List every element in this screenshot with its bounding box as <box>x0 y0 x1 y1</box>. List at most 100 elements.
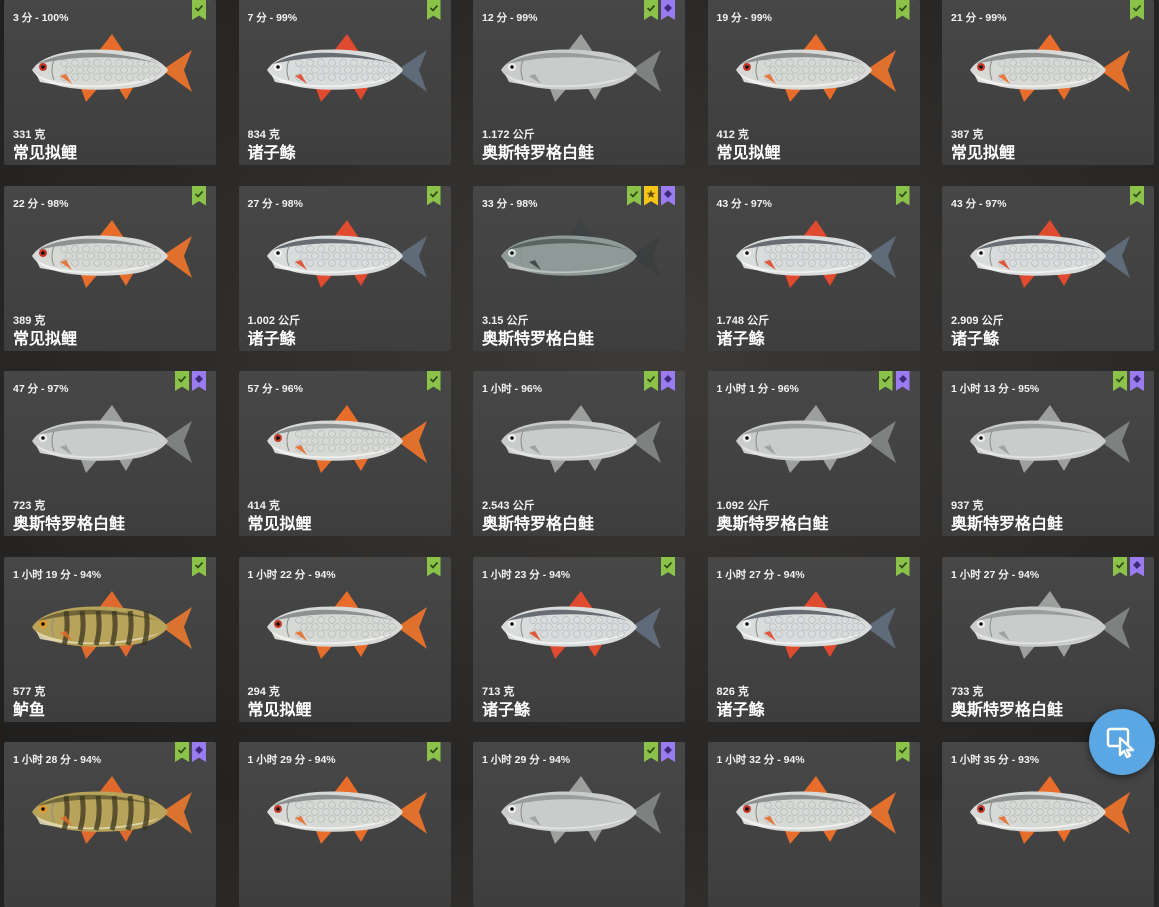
star-badge <box>644 185 658 206</box>
check-badge <box>426 742 441 762</box>
catch-card[interactable]: 1 小时 - 96% 2.543 公斤 奥斯特罗格白鲑 <box>473 371 685 536</box>
catch-time: 1 小时 22 分 - 94% <box>247 568 336 581</box>
badge-group <box>1113 556 1144 577</box>
gem-badge <box>895 371 910 391</box>
check-icon <box>898 561 907 569</box>
badge-group <box>175 742 206 762</box>
star-icon <box>646 189 656 198</box>
catch-card[interactable]: 1 小时 28 分 - 94% <box>4 742 216 907</box>
check-icon <box>429 561 438 569</box>
species-name: 诸子鲦 <box>247 145 296 162</box>
gem-badge <box>1130 371 1144 391</box>
check-badge <box>627 185 641 206</box>
catch-card[interactable]: 3 分 - 100% 331 克 常见拟鲤 <box>4 0 216 165</box>
catch-time: 1 小时 35 分 - 93% <box>951 754 1040 766</box>
badge-group <box>895 0 910 20</box>
fish-image <box>970 776 1130 844</box>
catch-card[interactable]: 57 分 - 96% 414 克 常见拟鲤 <box>238 371 451 536</box>
catch-card[interactable]: 1 小时 22 分 - 94% 294 克 常见拟鲤 <box>238 556 451 722</box>
catch-card[interactable]: 1 小时 27 分 - 94% 826 克 诸子鲦 <box>707 556 920 722</box>
fish-image <box>32 34 192 102</box>
check-icon <box>429 746 438 754</box>
fish-image <box>266 776 427 844</box>
check-icon <box>194 190 204 198</box>
fish-image <box>266 405 427 473</box>
species-name: 诸子鲦 <box>716 701 765 719</box>
catch-time: 1 小时 13 分 - 95% <box>951 383 1040 395</box>
catch-card[interactable]: 1 小时 13 分 - 95% 937 克 奥斯特罗格白鲑 <box>942 371 1154 536</box>
species-name: 奥斯特罗格白鲑 <box>482 145 595 162</box>
catch-card[interactable]: 1 小时 1 分 - 96% 1.092 公斤 奥斯特罗格白鲑 <box>707 371 920 536</box>
catch-time: 1 小时 1 分 - 96% <box>716 383 799 395</box>
check-badge <box>878 371 893 391</box>
catch-time: 22 分 - 98% <box>13 197 69 210</box>
check-badge <box>192 185 206 206</box>
catch-time: 1 小时 27 分 - 94% <box>716 568 805 581</box>
catch-time: 12 分 - 99% <box>482 12 538 24</box>
badge-group <box>1130 0 1144 20</box>
species-name: 诸子鲦 <box>247 330 296 348</box>
fish-image <box>735 34 896 102</box>
check-badge <box>426 371 441 391</box>
catch-card[interactable]: 21 分 - 99% 387 克 常见拟鲤 <box>942 0 1154 165</box>
check-badge <box>895 0 910 20</box>
fish-image <box>266 34 427 102</box>
catch-time: 1 小时 23 分 - 94% <box>482 568 571 581</box>
catch-card[interactable]: 43 分 - 97% 2.909 公斤 诸子鲦 <box>942 185 1154 351</box>
fish-image <box>970 34 1130 102</box>
badge-group <box>192 556 206 577</box>
check-badge <box>895 742 910 762</box>
check-icon <box>1115 561 1125 569</box>
catch-card[interactable]: 1 小时 32 分 - 94% <box>707 742 920 907</box>
catch-card[interactable]: 7 分 - 99% 834 克 诸子鲦 <box>238 0 451 165</box>
fish-image <box>266 590 427 659</box>
gem-icon <box>195 375 203 383</box>
cursor-action-button[interactable] <box>1089 709 1155 775</box>
catch-time: 43 分 - 97% <box>716 197 772 210</box>
badge-group <box>644 742 675 762</box>
fish-image <box>501 590 661 659</box>
badge-group <box>1130 185 1144 206</box>
species-name: 常见拟鲤 <box>247 516 312 533</box>
gem-badge <box>192 371 206 391</box>
fish-image <box>501 776 661 844</box>
catch-card[interactable]: 1 小时 19 分 - 94% 577 克 鲈鱼 <box>4 556 216 722</box>
catch-card[interactable]: 43 分 - 97% 1.748 公斤 诸子鲦 <box>707 185 920 351</box>
badge-group <box>175 371 206 391</box>
badge-group <box>878 371 910 391</box>
check-badge <box>1113 556 1127 577</box>
catch-card[interactable]: 1 小时 29 分 - 94% <box>238 742 451 907</box>
catch-card[interactable]: 1 小时 23 分 - 94% 713 克 诸子鲦 <box>473 556 685 722</box>
badge-group <box>1113 371 1144 391</box>
check-icon <box>898 4 907 12</box>
check-icon <box>194 561 204 569</box>
badge-group <box>426 556 441 577</box>
check-badge <box>895 556 910 577</box>
check-badge <box>1113 371 1127 391</box>
catch-card[interactable]: 12 分 - 99% 1.172 公斤 奥斯特罗格白鲑 <box>473 0 685 165</box>
check-badge <box>426 556 441 577</box>
check-badge <box>1130 185 1144 206</box>
gem-badge <box>661 742 675 762</box>
gem-icon <box>664 189 672 198</box>
catch-card[interactable]: 27 分 - 98% 1.002 公斤 诸子鲦 <box>238 185 451 351</box>
catch-time: 43 分 - 97% <box>951 197 1007 210</box>
species-name: 奥斯特罗格白鲑 <box>716 516 829 533</box>
catch-card[interactable]: 1 小时 29 分 - 94% <box>473 742 685 907</box>
fish-image <box>970 405 1130 473</box>
badge-group <box>426 0 441 20</box>
check-badge <box>895 185 910 206</box>
catch-card[interactable]: 1 小时 27 分 - 94% 733 克 奥斯特罗格白鲑 <box>942 556 1154 722</box>
species-name: 诸子鲦 <box>482 701 531 719</box>
catch-card[interactable]: 33 分 - 98% 3.15 公斤 奥斯特罗格白鲑 <box>473 185 685 351</box>
fish-image <box>501 34 661 102</box>
catch-card[interactable]: 22 分 - 98% 389 克 常见拟鲤 <box>4 185 216 351</box>
catch-card[interactable]: 19 分 - 99% 412 克 常见拟鲤 <box>707 0 920 165</box>
check-badge <box>661 556 675 577</box>
badge-group <box>627 185 675 206</box>
catch-card[interactable]: 47 分 - 97% 723 克 奥斯特罗格白鲑 <box>4 371 216 536</box>
check-badge <box>192 0 206 20</box>
catch-time: 1 小时 29 分 - 94% <box>247 754 336 766</box>
species-name: 常见拟鲤 <box>247 701 312 719</box>
badge-group <box>895 185 910 206</box>
